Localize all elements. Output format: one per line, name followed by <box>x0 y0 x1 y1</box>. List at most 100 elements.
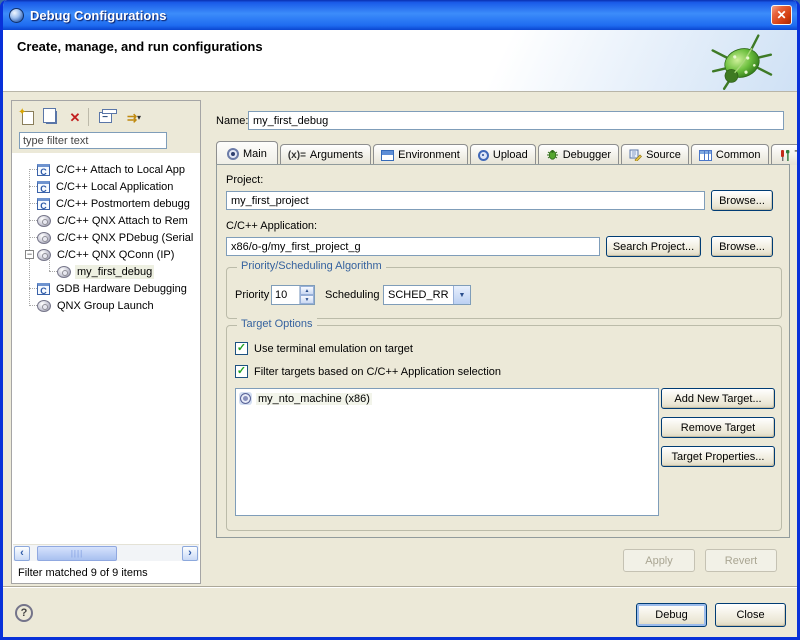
terminal-emulation-label: Use terminal emulation on target <box>254 343 413 355</box>
tree-item[interactable]: C GDB Hardware Debugging <box>13 280 199 297</box>
tree-item[interactable]: QNX Group Launch <box>13 297 199 314</box>
application-browse-button[interactable]: Browse... <box>711 236 773 257</box>
tree-toolbar: ✦ ✕ − ⇉ ▾ <box>12 101 200 153</box>
close-button[interactable]: Close <box>715 603 786 627</box>
filter-menu-button[interactable]: ⇉ ▾ <box>118 107 150 128</box>
name-label: Name: <box>216 115 248 127</box>
tab-source[interactable]: Source <box>621 144 689 165</box>
collapse-expander-icon[interactable]: − <box>25 250 34 259</box>
window-title: Debug Configurations <box>30 8 771 23</box>
environment-tab-icon <box>381 150 394 161</box>
checkbox-checked-icon[interactable]: ✓ <box>235 365 248 378</box>
horizontal-scrollbar[interactable]: ‹ |||| › <box>13 544 199 561</box>
scheduling-combo[interactable]: SCHED_RR ▼ <box>383 285 471 305</box>
window-icon <box>9 8 24 23</box>
dialog-header: Create, manage, and run configurations <box>3 30 797 92</box>
tab-main[interactable]: Main <box>216 141 278 165</box>
spin-down-icon[interactable]: ▼ <box>300 295 314 304</box>
debugger-tab-icon <box>546 149 559 161</box>
cdt-launch-icon: C <box>37 164 50 176</box>
scroll-left-icon[interactable]: ‹ <box>14 546 30 561</box>
tree-item[interactable]: C C/C++ Local Application <box>13 178 199 195</box>
spin-up-icon[interactable]: ▲ <box>300 286 314 295</box>
scrollbar-thumb[interactable]: |||| <box>37 546 117 561</box>
project-browse-button[interactable]: Browse... <box>711 190 773 211</box>
target-machine-icon <box>239 392 252 405</box>
launch-config-tree: C C/C++ Attach to Local App C C/C++ Loca… <box>13 153 199 543</box>
beetle-logo-icon <box>709 31 775 91</box>
priority-spinner[interactable]: ▲ ▼ <box>271 285 315 305</box>
priority-group-title: Priority/Scheduling Algorithm <box>237 260 386 272</box>
add-new-target-button[interactable]: Add New Target... <box>661 388 775 409</box>
bottom-separator <box>3 586 797 588</box>
duplicate-config-button[interactable] <box>40 107 62 128</box>
filter-targets-checkbox-row[interactable]: ✓ Filter targets based on C/C++ Applicat… <box>235 365 501 378</box>
tab-environment[interactable]: Environment <box>373 144 468 165</box>
tab-debugger[interactable]: Debugger <box>538 144 619 165</box>
revert-button[interactable]: Revert <box>705 549 777 572</box>
debug-configurations-dialog: Debug Configurations ✕ Create, manage, a… <box>0 0 800 640</box>
search-project-button[interactable]: Search Project... <box>606 236 701 257</box>
target-list[interactable]: my_nto_machine (x86) <box>235 388 659 516</box>
target-group-title: Target Options <box>237 318 317 330</box>
duplicate-icon <box>46 111 57 124</box>
name-input[interactable] <box>248 111 784 130</box>
upload-tab-icon <box>478 150 489 161</box>
tab-upload[interactable]: Upload <box>470 144 536 165</box>
priority-value-input[interactable] <box>272 286 299 304</box>
tree-item[interactable]: C C/C++ Attach to Local App <box>13 161 199 178</box>
priority-label: Priority <box>235 289 269 301</box>
tree-item-expanded[interactable]: − C/C++ QNX QConn (IP) <box>13 246 199 263</box>
tab-arguments[interactable]: (x)= Arguments <box>280 144 371 165</box>
filter-targets-label: Filter targets based on C/C++ Applicatio… <box>254 366 501 378</box>
main-tab-content: Project: Browse... C/C++ Application: Se… <box>216 164 790 538</box>
new-launch-config-button[interactable]: ✦ <box>17 107 39 128</box>
spinner-buttons: ▲ ▼ <box>299 286 314 304</box>
remove-target-button[interactable]: Remove Target <box>661 417 775 438</box>
delete-icon: ✕ <box>70 110 81 126</box>
tree-item[interactable]: C C/C++ Postmortem debugg <box>13 195 199 212</box>
checkbox-checked-icon[interactable]: ✓ <box>235 342 248 355</box>
filter-status: Filter matched 9 of 9 items <box>18 567 148 579</box>
target-options-group: Target Options ✓ Use terminal emulation … <box>226 325 782 531</box>
project-label: Project: <box>226 174 263 186</box>
common-tab-icon <box>699 150 712 161</box>
dropdown-arrow-icon: ▾ <box>137 113 141 122</box>
target-properties-button[interactable]: Target Properties... <box>661 446 775 467</box>
application-input[interactable] <box>226 237 600 256</box>
title-bar[interactable]: Debug Configurations ✕ <box>0 0 800 30</box>
qnx-launch-icon <box>37 232 51 244</box>
combo-dropdown-icon[interactable]: ▼ <box>453 286 470 304</box>
collapse-all-icon: − <box>99 112 112 123</box>
priority-scheduling-group: Priority/Scheduling Algorithm Priority ▲… <box>226 267 782 319</box>
collapse-all-button[interactable]: − <box>94 107 116 128</box>
target-list-item[interactable]: my_nto_machine (x86) <box>239 392 372 405</box>
tools-tab-icon <box>779 149 791 162</box>
arguments-tab-icon: (x)= <box>288 150 306 161</box>
main-tab-icon <box>227 148 239 160</box>
terminal-emulation-checkbox-row[interactable]: ✓ Use terminal emulation on target <box>235 342 413 355</box>
qnx-launch-icon <box>57 266 71 278</box>
scroll-right-icon[interactable]: › <box>182 546 198 561</box>
tree-item-selected[interactable]: my_first_debug <box>13 263 199 280</box>
project-input[interactable] <box>226 191 705 210</box>
delete-config-button[interactable]: ✕ <box>64 107 86 128</box>
apply-button[interactable]: Apply <box>623 549 695 572</box>
header-title: Create, manage, and run configurations <box>17 39 263 54</box>
tab-tools[interactable]: Tools <box>771 144 800 165</box>
qnx-launch-icon <box>37 215 51 227</box>
debug-button[interactable]: Debug <box>636 603 707 627</box>
tab-common[interactable]: Common <box>691 144 769 165</box>
tree-item[interactable]: C/C++ QNX PDebug (Serial <box>13 229 199 246</box>
cdt-launch-icon: C <box>37 181 50 193</box>
help-icon[interactable]: ? <box>15 604 33 622</box>
tab-strip: Main (x)= Arguments Environment Upload D <box>216 141 800 165</box>
tree-item[interactable]: C/C++ QNX Attach to Rem <box>13 212 199 229</box>
target-item-label: my_nto_machine (x86) <box>256 393 372 405</box>
filter-input[interactable] <box>19 132 167 149</box>
cdt-launch-icon: C <box>37 198 50 210</box>
toolbar-separator <box>88 108 89 126</box>
filter-icon: ⇉ <box>127 111 135 125</box>
scheduling-label: Scheduling <box>325 289 379 301</box>
close-icon[interactable]: ✕ <box>771 5 792 25</box>
